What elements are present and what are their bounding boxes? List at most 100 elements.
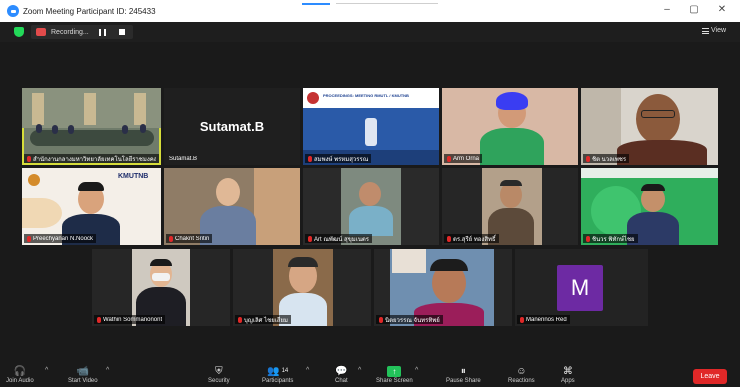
video-tile[interactable]: นิตยวรรณ จันทรทิพย์ bbox=[374, 249, 512, 326]
mic-muted-icon bbox=[586, 155, 590, 162]
participant-avatar: M bbox=[557, 265, 603, 311]
decoration bbox=[22, 198, 62, 228]
pause-share-button[interactable]: ⏸ Pause Share bbox=[446, 365, 481, 385]
participant-face bbox=[359, 182, 381, 206]
window-title: Zoom Meeting Participant ID: 245433 bbox=[23, 6, 156, 16]
participant-name-bar: Wathin Sommanonont bbox=[94, 315, 166, 324]
chat-button[interactable]: 💬 Chat bbox=[335, 365, 348, 385]
face-mask bbox=[152, 273, 170, 281]
video-tile[interactable]: บุญเลิศ ไชยเสี่ยม bbox=[233, 249, 371, 326]
maximize-button[interactable]: ▢ bbox=[687, 4, 701, 15]
reactions-label: Reactions bbox=[508, 378, 535, 384]
join-audio-label: Join Audio bbox=[6, 378, 34, 384]
door bbox=[254, 168, 300, 245]
participant-name: ดร.สุรีย์ ทองสิทธิ์ bbox=[453, 236, 496, 243]
chat-label: Chat bbox=[335, 378, 348, 384]
participant-name: Arm Orna bbox=[453, 155, 480, 162]
video-tile[interactable]: Art ณพัฒน์ สุขุมเนตร bbox=[303, 168, 439, 245]
curtain bbox=[84, 93, 96, 125]
title-accent-line bbox=[302, 3, 330, 5]
video-tile[interactable]: KMUTNB Preechyanan N.Noock bbox=[22, 168, 161, 245]
participant-name: Manennos Red bbox=[526, 316, 567, 323]
participants-options-caret-icon[interactable]: ^ bbox=[306, 367, 309, 374]
mic-muted-icon bbox=[97, 316, 101, 323]
video-tile[interactable]: Arm Orna bbox=[442, 88, 578, 165]
participant-name: สำนักงานกลางมหาวิทยาลัยเทคโนโลยีราชมงคล … bbox=[33, 156, 156, 163]
pause-recording-icon[interactable] bbox=[99, 28, 106, 36]
participant-name: Chakrit Sritiri bbox=[175, 235, 210, 242]
participant-count: 14 bbox=[281, 368, 289, 374]
join-audio-button[interactable]: 🎧 Join Audio bbox=[6, 365, 34, 385]
video-tile[interactable]: ชินวร พิทักษ์ไชย bbox=[581, 168, 718, 245]
view-grid-icon bbox=[702, 27, 709, 34]
security-button[interactable]: ⛨ Security bbox=[208, 365, 230, 385]
title-divider-line bbox=[336, 3, 438, 4]
hair bbox=[288, 257, 318, 267]
mic-muted-icon bbox=[308, 235, 312, 242]
video-tile[interactable]: ชิต นวลเพชร bbox=[581, 88, 718, 165]
green-shirt bbox=[480, 128, 544, 165]
pause-share-label: Pause Share bbox=[446, 378, 481, 384]
close-button[interactable]: ✕ bbox=[715, 4, 729, 15]
university-logo bbox=[28, 174, 40, 186]
security-shield-icon: ⛨ bbox=[215, 365, 223, 377]
chat-options-caret-icon[interactable]: ^ bbox=[358, 367, 361, 374]
apps-label: Apps bbox=[561, 378, 575, 384]
participant-name: Wathin Sommanonont bbox=[103, 316, 163, 323]
audio-options-caret-icon[interactable]: ^ bbox=[45, 367, 48, 374]
leave-button[interactable]: Leave bbox=[693, 369, 727, 384]
view-label: View bbox=[711, 27, 727, 34]
view-button[interactable]: View bbox=[702, 27, 726, 34]
hair bbox=[150, 259, 172, 266]
start-video-button[interactable]: 📹 Start Video bbox=[68, 365, 98, 385]
university-logo bbox=[307, 92, 319, 104]
attendee bbox=[68, 125, 74, 134]
participant-name-bar: ชินวร พิทักษ์ไชย bbox=[583, 234, 638, 243]
video-tile[interactable]: Sutamat.B Sutamat.B bbox=[164, 88, 300, 165]
share-screen-button[interactable]: ↑ Share Screen bbox=[376, 365, 413, 384]
video-tile[interactable]: Chakrit Sritiri bbox=[164, 168, 300, 245]
mic-muted-icon bbox=[308, 155, 312, 162]
curtain bbox=[32, 93, 44, 125]
video-off-icon: 📹 bbox=[76, 365, 90, 377]
meeting-top-strip: Recording... View bbox=[0, 22, 740, 42]
recording-label: Recording... bbox=[51, 28, 89, 36]
security-shield-icon[interactable] bbox=[14, 27, 24, 37]
apps-button[interactable]: ⌘ Apps bbox=[561, 365, 575, 385]
minimize-button[interactable]: – bbox=[660, 4, 674, 15]
reactions-button[interactable]: ☺ Reactions bbox=[508, 365, 535, 385]
slide-header-text: PROCEEDINGS: MEETING RMUTL / KMUTNB bbox=[323, 93, 409, 98]
video-tile[interactable]: Wathin Sommanonont bbox=[92, 249, 230, 326]
participant-name-bar: สมพงษ์ พรหมสุวรรณ bbox=[305, 154, 372, 163]
chat-icon: 💬 bbox=[335, 365, 348, 377]
participants-label: Participants bbox=[262, 378, 294, 384]
kmutnb-logo: KMUTNB bbox=[118, 173, 149, 180]
title-bar: Zoom Meeting Participant ID: 245433 – ▢ … bbox=[0, 0, 740, 22]
participants-button[interactable]: 👥 14 Participants bbox=[262, 365, 294, 385]
participant-face bbox=[216, 178, 240, 206]
mic-muted-icon bbox=[520, 316, 524, 323]
curtain bbox=[134, 93, 146, 125]
ceiling-light bbox=[392, 249, 426, 273]
virtual-background-banner bbox=[581, 168, 718, 178]
attendee bbox=[140, 124, 146, 133]
zoom-logo-icon bbox=[7, 5, 19, 17]
shirt bbox=[617, 140, 707, 165]
participant-face bbox=[636, 94, 680, 144]
video-tile[interactable]: PROCEEDINGS: MEETING RMUTL / KMUTNB สมพง… bbox=[303, 88, 439, 165]
participant-name-bar: Preechyanan N.Noock bbox=[24, 234, 97, 243]
video-tile[interactable]: ดร.สุรีย์ ทองสิทธิ์ bbox=[442, 168, 578, 245]
video-options-caret-icon[interactable]: ^ bbox=[106, 367, 109, 374]
headphones-icon: 🎧 bbox=[13, 365, 27, 377]
blue-hair bbox=[496, 92, 528, 110]
share-options-caret-icon[interactable]: ^ bbox=[415, 367, 418, 374]
attendee bbox=[122, 125, 128, 134]
hair bbox=[78, 182, 104, 191]
share-screen-icon: ↑ bbox=[387, 365, 402, 377]
participant-name: Art ณพัฒน์ สุขุมเนตร bbox=[314, 236, 370, 243]
stop-recording-icon[interactable] bbox=[119, 29, 125, 35]
participant-name-bar: ดร.สุรีย์ ทองสิทธิ์ bbox=[444, 234, 499, 243]
pause-share-icon: ⏸ bbox=[460, 365, 466, 377]
participant-name: บุญเลิศ ไชยเสี่ยม bbox=[244, 317, 288, 324]
video-tile[interactable]: สำนักงานกลางมหาวิทยาลัยเทคโนโลยีราชมงคล … bbox=[22, 88, 161, 165]
